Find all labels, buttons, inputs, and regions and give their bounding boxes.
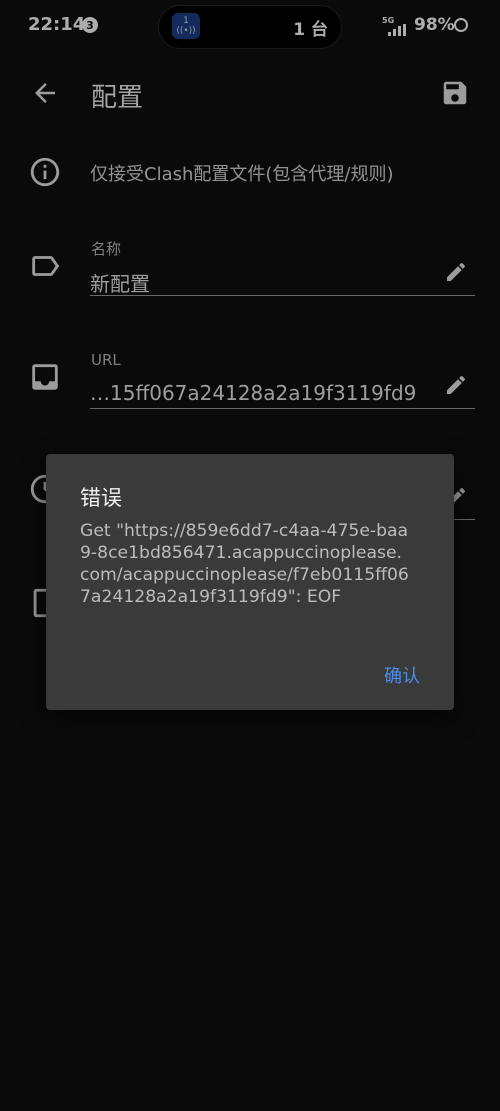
confirm-button[interactable]: 确认 — [384, 662, 420, 688]
dialog-message: Get "https://859e6dd7-c4aa-475e-baa9-8ce… — [80, 521, 409, 607]
error-dialog: 错误 Get "https://859e6dd7-c4aa-475e-baa9-… — [46, 454, 454, 710]
dialog-title: 错误 — [80, 486, 122, 510]
